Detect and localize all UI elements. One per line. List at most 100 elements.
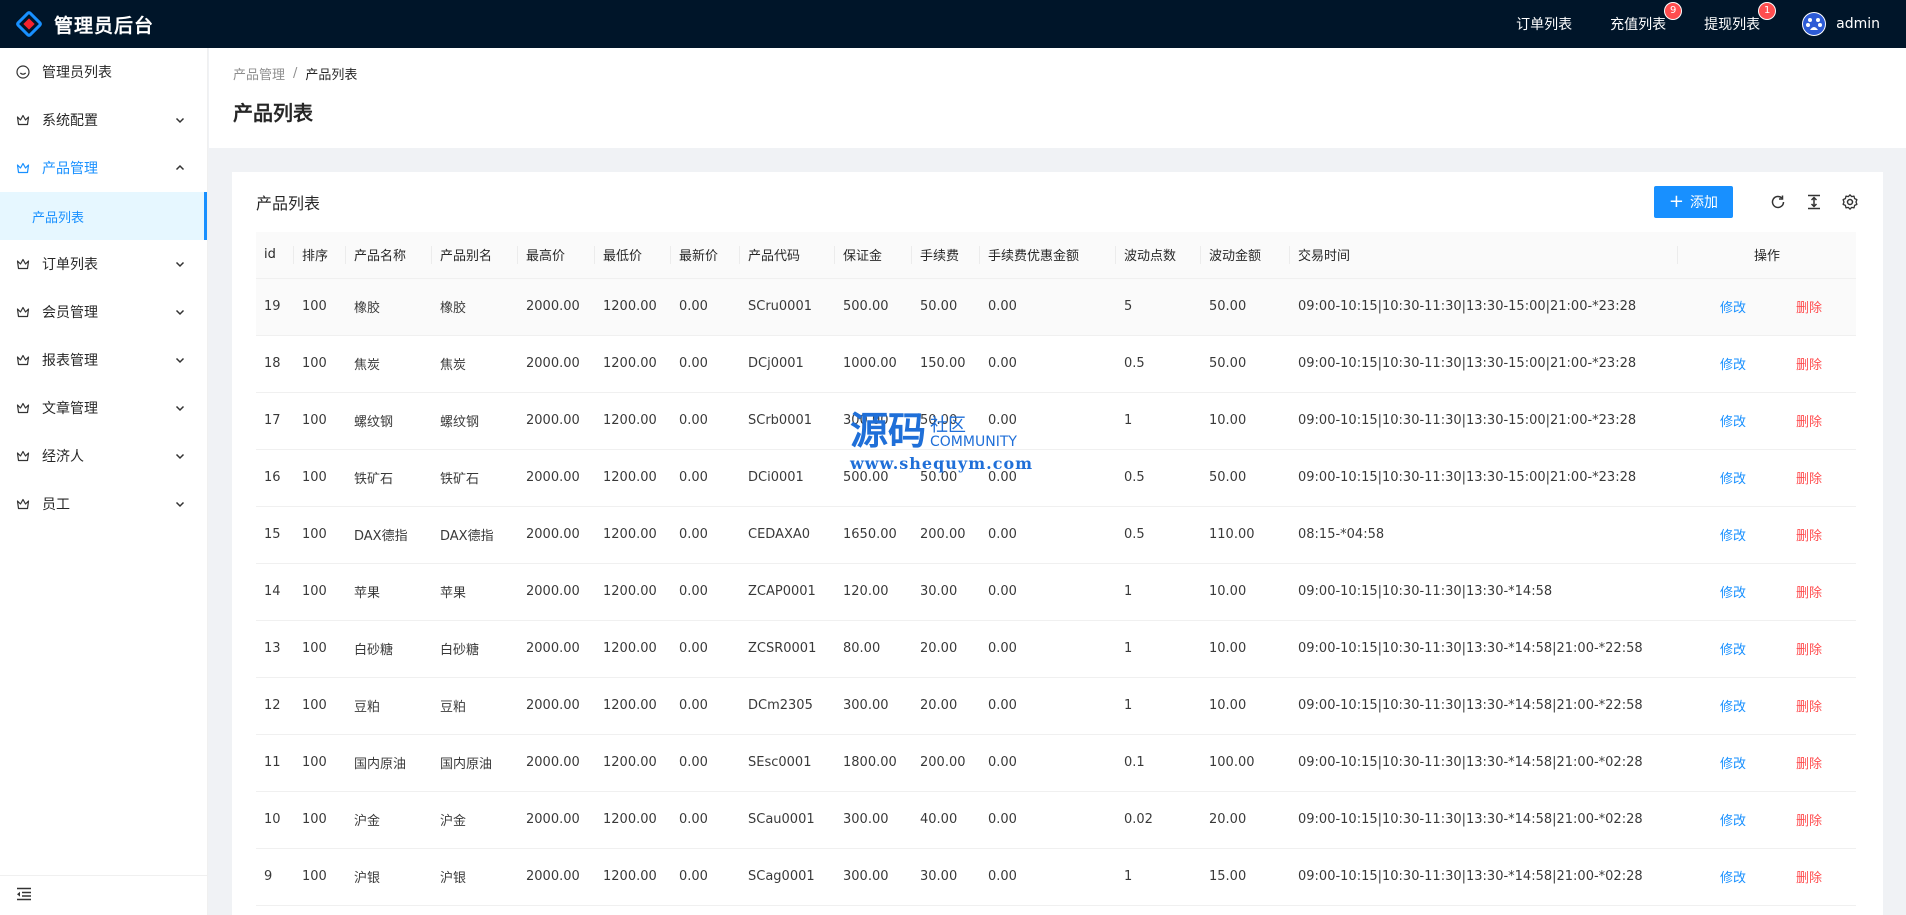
table-cell: DAX德指 <box>346 506 432 564</box>
sidebar-subitem-product-list[interactable]: 产品列表 <box>0 192 207 240</box>
add-product-button[interactable]: + 添加 <box>1653 186 1733 218</box>
sidebar-item-product-management[interactable]: 产品管理 <box>0 144 207 192</box>
table-cell: 50.00 <box>912 392 980 450</box>
table-cell: 国内原油 <box>432 734 518 792</box>
reload-icon[interactable] <box>1769 193 1787 211</box>
header-link-withdraw[interactable]: 提现列表 1 <box>1704 3 1776 34</box>
edit-link[interactable]: 修改 <box>1720 810 1746 829</box>
delete-link[interactable]: 删除 <box>1796 582 1822 601</box>
table-cell: 150.00 <box>912 335 980 393</box>
delete-link[interactable]: 删除 <box>1796 297 1822 316</box>
sidebar-item-report-management[interactable]: 报表管理 <box>0 336 207 384</box>
sidebar: 管理员列表 系统配置 产品管理 产品列表 订单列表 会员管理 报表管理 文章管理… <box>0 48 208 915</box>
crown-icon <box>16 353 30 367</box>
sidebar-item-system-config[interactable]: 系统配置 <box>0 96 207 144</box>
table-cell: 0.00 <box>980 335 1116 393</box>
breadcrumb-current: 产品列表 <box>305 68 358 83</box>
table-cell: 10.00 <box>1201 392 1290 450</box>
edit-link[interactable]: 修改 <box>1720 525 1746 544</box>
table-cell: 19 <box>256 278 294 336</box>
table-cell: 100 <box>294 392 346 450</box>
table-cell: 09:00-10:15|10:30-11:30|13:30-*14:58|21:… <box>1290 848 1678 906</box>
menu-fold-icon <box>16 887 32 905</box>
table-cell: 100 <box>294 335 346 393</box>
chevron-down-icon <box>175 451 185 461</box>
breadcrumb-item[interactable]: 产品管理 <box>233 64 285 83</box>
row-actions: 修改 删除 <box>1678 449 1856 507</box>
table-cell: 1 <box>1116 677 1201 735</box>
edit-link[interactable]: 修改 <box>1720 753 1746 772</box>
chevron-down-icon <box>175 403 185 413</box>
delete-link[interactable]: 删除 <box>1796 468 1822 487</box>
table-cell: 20.00 <box>1201 791 1290 849</box>
column-header: 波动金额 <box>1201 232 1290 279</box>
row-actions: 修改 删除 <box>1678 506 1856 564</box>
table-cell: SCag0001 <box>740 848 835 906</box>
table-cell: 100 <box>294 677 346 735</box>
user-menu[interactable]: admin <box>1802 12 1880 36</box>
sidebar-item-admin-list[interactable]: 管理员列表 <box>0 48 207 96</box>
edit-link[interactable]: 修改 <box>1720 354 1746 373</box>
table-cell: 0.00 <box>671 848 740 906</box>
sidebar-item-staff[interactable]: 员工 <box>0 480 207 528</box>
withdraw-count-badge: 1 <box>1759 3 1776 19</box>
table-cell: 0.00 <box>671 791 740 849</box>
sidebar-item-order-list[interactable]: 订单列表 <box>0 240 207 288</box>
edit-link[interactable]: 修改 <box>1720 411 1746 430</box>
table-cell: 苹果 <box>432 563 518 621</box>
table-cell: 1 <box>1116 392 1201 450</box>
table-cell: SEsc0001 <box>740 734 835 792</box>
breadcrumb: 产品管理 / 产品列表 <box>233 64 1882 83</box>
sidebar-item-member-management[interactable]: 会员管理 <box>0 288 207 336</box>
user-name: admin <box>1836 16 1880 32</box>
table-cell: 0.00 <box>980 791 1116 849</box>
delete-link[interactable]: 删除 <box>1796 639 1822 658</box>
delete-link[interactable]: 删除 <box>1796 411 1822 430</box>
table-cell: 5 <box>1116 278 1201 336</box>
table-cell: DAX德指 <box>432 506 518 564</box>
table-cell: SCru0001 <box>740 278 835 336</box>
edit-link[interactable]: 修改 <box>1720 696 1746 715</box>
header-link-orders[interactable]: 订单列表 <box>1516 14 1572 34</box>
header-link-label: 充值列表 <box>1610 17 1667 33</box>
brand[interactable]: 管理员后台 <box>0 0 154 48</box>
table-row: 16 100 铁矿石 铁矿石 2000.00 1200.00 0.00 DCi0001 500.… <box>256 449 1856 507</box>
table-cell: 09:00-10:15|10:30-11:30|13:30-*14:58 <box>1290 563 1678 621</box>
table-cell: 白砂糖 <box>432 620 518 678</box>
crown-icon <box>16 161 30 175</box>
delete-link[interactable]: 删除 <box>1796 867 1822 886</box>
delete-link[interactable]: 删除 <box>1796 753 1822 772</box>
edit-link[interactable]: 修改 <box>1720 639 1746 658</box>
table-header-row: id 排序 产品名称 产品别名 最高价 最低价 最新价 产品代码 保证金 手续费… <box>256 232 1856 279</box>
chevron-down-icon <box>175 259 185 269</box>
header-link-recharge[interactable]: 充值列表 9 <box>1610 3 1682 34</box>
table-cell: 2000.00 <box>518 791 595 849</box>
table-cell: 2000.00 <box>518 278 595 336</box>
table-cell: 0.00 <box>980 848 1116 906</box>
column-height-icon[interactable] <box>1805 193 1823 211</box>
collapse-sidebar-button[interactable] <box>0 875 207 915</box>
table-cell: CEDAXA0 <box>740 506 835 564</box>
table-cell: 1200.00 <box>595 506 671 564</box>
sidebar-item-broker[interactable]: 经济人 <box>0 432 207 480</box>
setting-icon[interactable] <box>1841 193 1859 211</box>
delete-link[interactable]: 删除 <box>1796 354 1822 373</box>
table-cell: 0.00 <box>980 677 1116 735</box>
sidebar-item-label: 经济人 <box>42 449 84 465</box>
table-cell: 0.5 <box>1116 506 1201 564</box>
sidebar-subitem-label: 产品列表 <box>32 210 85 226</box>
sidebar-item-article-management[interactable]: 文章管理 <box>0 384 207 432</box>
sidebar-item-label: 员工 <box>42 497 70 513</box>
edit-link[interactable]: 修改 <box>1720 582 1746 601</box>
table-cell: 12 <box>256 677 294 735</box>
edit-link[interactable]: 修改 <box>1720 867 1746 886</box>
table-cell: 09:00-10:15|10:30-11:30|13:30-*14:58|21:… <box>1290 677 1678 735</box>
table-cell: 50.00 <box>912 449 980 507</box>
delete-link[interactable]: 删除 <box>1796 810 1822 829</box>
delete-link[interactable]: 删除 <box>1796 696 1822 715</box>
table-cell: 10.00 <box>1201 620 1290 678</box>
table-cell: 09:00-10:15|10:30-11:30|13:30-*14:58|21:… <box>1290 620 1678 678</box>
edit-link[interactable]: 修改 <box>1720 468 1746 487</box>
delete-link[interactable]: 删除 <box>1796 525 1822 544</box>
edit-link[interactable]: 修改 <box>1720 297 1746 316</box>
